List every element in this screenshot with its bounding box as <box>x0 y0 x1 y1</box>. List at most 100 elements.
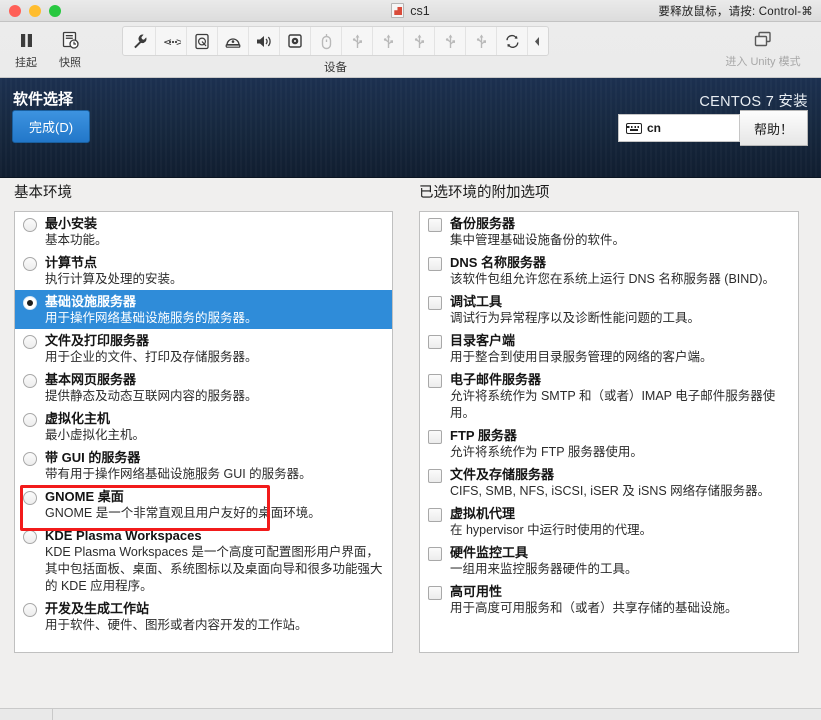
cd-drive-icon[interactable] <box>280 27 311 55</box>
option-control[interactable] <box>23 449 45 466</box>
keyboard-icon <box>625 122 642 134</box>
usb-icon[interactable] <box>435 27 466 55</box>
addons-list[interactable]: 备份服务器 集中管理基础设施备份的软件。 DNS 名称服务器 该软件包组允许您在系统上… <box>419 211 799 653</box>
option-name: GNOME 桌面 <box>45 489 124 504</box>
base-environment-column: 基本环境 最小安装 基本功能。 计算节点 执行计算及处理的安装。 基础设施服务器 用于操作… <box>14 179 393 653</box>
environment-option[interactable]: 基本网页服务器 提供静态及动态互联网内容的服务器。 <box>15 368 392 407</box>
speaker-icon[interactable] <box>249 27 280 55</box>
wrench-icon[interactable] <box>125 27 156 55</box>
addon-option[interactable]: FTP 服务器 允许将系统作为 FTP 服务器使用。 <box>420 424 798 463</box>
addon-option[interactable]: 文件及存储服务器 CIFS, SMB, NFS, iSCSI, iSER 及 iS… <box>420 463 798 502</box>
option-description: 基本功能。 <box>45 233 108 247</box>
checkbox-icon[interactable] <box>428 430 442 444</box>
radio-icon[interactable] <box>23 530 37 544</box>
addon-option[interactable]: 虚拟机代理在 hypervisor 中运行时使用的代理。 <box>420 502 798 541</box>
option-name: 高可用性 <box>450 584 503 599</box>
environment-option[interactable]: 虚拟化主机 最小虚拟化主机。 <box>15 407 392 446</box>
environment-option[interactable]: 基础设施服务器 用于操作网络基础设施服务的服务器。 <box>15 290 392 329</box>
addon-option[interactable]: 目录客户端 用于整合到使用目录服务管理的网络的客户端。 <box>420 329 798 368</box>
traffic-light-group <box>0 4 61 17</box>
addon-option[interactable]: 电子邮件服务器 允许将系统作为 SMTP 和（或者）IMAP 电子邮件服务器使用。 <box>420 368 798 424</box>
option-control[interactable] <box>23 410 45 427</box>
snapshot-button[interactable]: 快照 <box>48 26 92 70</box>
option-control[interactable] <box>23 293 45 310</box>
usb-icon[interactable] <box>373 27 404 55</box>
option-control[interactable] <box>23 254 45 271</box>
radio-icon[interactable] <box>23 296 37 310</box>
environment-option[interactable]: 带 GUI 的服务器 带有用于操作网络基础设施服务 GUI 的服务器。 <box>15 446 392 485</box>
checkbox-icon[interactable] <box>428 296 442 310</box>
option-control[interactable] <box>23 600 45 617</box>
option-name: 最小安装 <box>45 216 98 231</box>
option-control[interactable] <box>428 293 450 310</box>
addon-option[interactable]: 硬件监控工具 一组用来监控服务器硬件的工具。 <box>420 541 798 580</box>
addon-option[interactable]: DNS 名称服务器 该软件包组允许您在系统上运行 DNS 名称服务器 (BIND)… <box>420 251 798 290</box>
option-text: 计算节点 执行计算及处理的安装。 <box>45 254 386 288</box>
checkbox-icon[interactable] <box>428 508 442 522</box>
option-control[interactable] <box>428 544 450 561</box>
option-control[interactable] <box>23 527 45 544</box>
option-control[interactable] <box>428 505 450 522</box>
radio-icon[interactable] <box>23 452 37 466</box>
option-control[interactable] <box>23 488 45 505</box>
checkbox-icon[interactable] <box>428 257 442 271</box>
radio-icon[interactable] <box>23 603 37 617</box>
radio-icon[interactable] <box>23 335 37 349</box>
suspend-button[interactable]: 挂起 <box>4 26 48 70</box>
option-control[interactable] <box>428 427 450 444</box>
environment-option[interactable]: 文件及打印服务器 用于企业的文件、打印及存储服务器。 <box>15 329 392 368</box>
environment-option[interactable]: 最小安装 基本功能。 <box>15 212 392 251</box>
base-environment-list[interactable]: 最小安装基本功能。计算节点 执行计算及处理的安装。 基础设施服务器 用于操作网络基础设… <box>14 211 393 653</box>
checkbox-icon[interactable] <box>428 218 442 232</box>
option-control[interactable] <box>428 332 450 349</box>
radio-icon[interactable] <box>23 413 37 427</box>
radio-icon[interactable] <box>23 218 37 232</box>
option-description: 允许将系统作为 SMTP 和（或者）IMAP 电子邮件服务器使用。 <box>450 389 776 420</box>
sync-icon[interactable] <box>497 27 528 55</box>
option-control[interactable] <box>428 371 450 388</box>
unity-mode-button[interactable]: 进入 Unity 模式 <box>717 27 809 69</box>
addon-option[interactable]: 备份服务器 集中管理基础设施备份的软件。 <box>420 212 798 251</box>
checkbox-icon[interactable] <box>428 374 442 388</box>
option-description: KDE Plasma Workspaces 是一个高度可配置图形用户界面，其中包… <box>45 545 383 593</box>
option-control[interactable] <box>428 254 450 271</box>
close-button[interactable] <box>9 4 21 17</box>
addon-option[interactable]: 高可用性用于高度可用服务和（或者）共享存储的基础设施。 <box>420 580 798 619</box>
option-control[interactable] <box>23 332 45 349</box>
usb-icon[interactable] <box>466 27 497 55</box>
option-text: 基本网页服务器 提供静态及动态互联网内容的服务器。 <box>45 371 386 405</box>
option-description: 集中管理基础设施备份的软件。 <box>450 233 626 247</box>
printer-icon[interactable] <box>218 27 249 55</box>
option-description: 用于高度可用服务和（或者）共享存储的基础设施。 <box>450 601 738 615</box>
network-icon[interactable]: < > <box>156 27 187 55</box>
environment-option[interactable]: GNOME 桌面 GNOME 是一个非常直观且用户友好的桌面环境。 <box>15 485 392 524</box>
radio-icon[interactable] <box>23 491 37 505</box>
help-button[interactable]: 帮助！ <box>739 110 808 146</box>
minimize-button[interactable] <box>29 4 41 17</box>
radio-icon[interactable] <box>23 374 37 388</box>
mouse-icon[interactable] <box>311 27 342 55</box>
hard-disk-icon[interactable] <box>187 27 218 55</box>
option-control[interactable] <box>23 371 45 388</box>
option-control[interactable] <box>428 583 450 600</box>
environment-option[interactable]: 计算节点 执行计算及处理的安装。 <box>15 251 392 290</box>
done-button[interactable]: 完成(D) <box>12 110 91 143</box>
addon-option[interactable]: 调试工具 调试行为异常程序以及诊断性能问题的工具。 <box>420 290 798 329</box>
keyboard-layout-indicator[interactable]: cn <box>617 114 740 142</box>
checkbox-icon[interactable] <box>428 335 442 349</box>
option-name: 开发及生成工作站 <box>45 601 150 616</box>
option-control[interactable] <box>23 215 45 232</box>
usb-icon[interactable] <box>404 27 435 55</box>
maximize-button[interactable] <box>49 4 61 17</box>
checkbox-icon[interactable] <box>428 547 442 561</box>
usb-icon[interactable] <box>342 27 373 55</box>
option-control[interactable] <box>428 215 450 232</box>
environment-option[interactable]: KDE Plasma Workspaces KDE Plasma Workspac… <box>15 524 392 597</box>
checkbox-icon[interactable] <box>428 469 442 483</box>
environment-option[interactable]: 开发及生成工作站 用于软件、硬件、图形或者内容开发的工作站。 <box>15 597 392 636</box>
radio-icon[interactable] <box>23 257 37 271</box>
collapse-left-arrow-icon[interactable] <box>528 27 546 55</box>
option-control[interactable] <box>428 466 450 483</box>
option-text: 最小安装 基本功能。 <box>45 215 386 249</box>
checkbox-icon[interactable] <box>428 586 442 600</box>
